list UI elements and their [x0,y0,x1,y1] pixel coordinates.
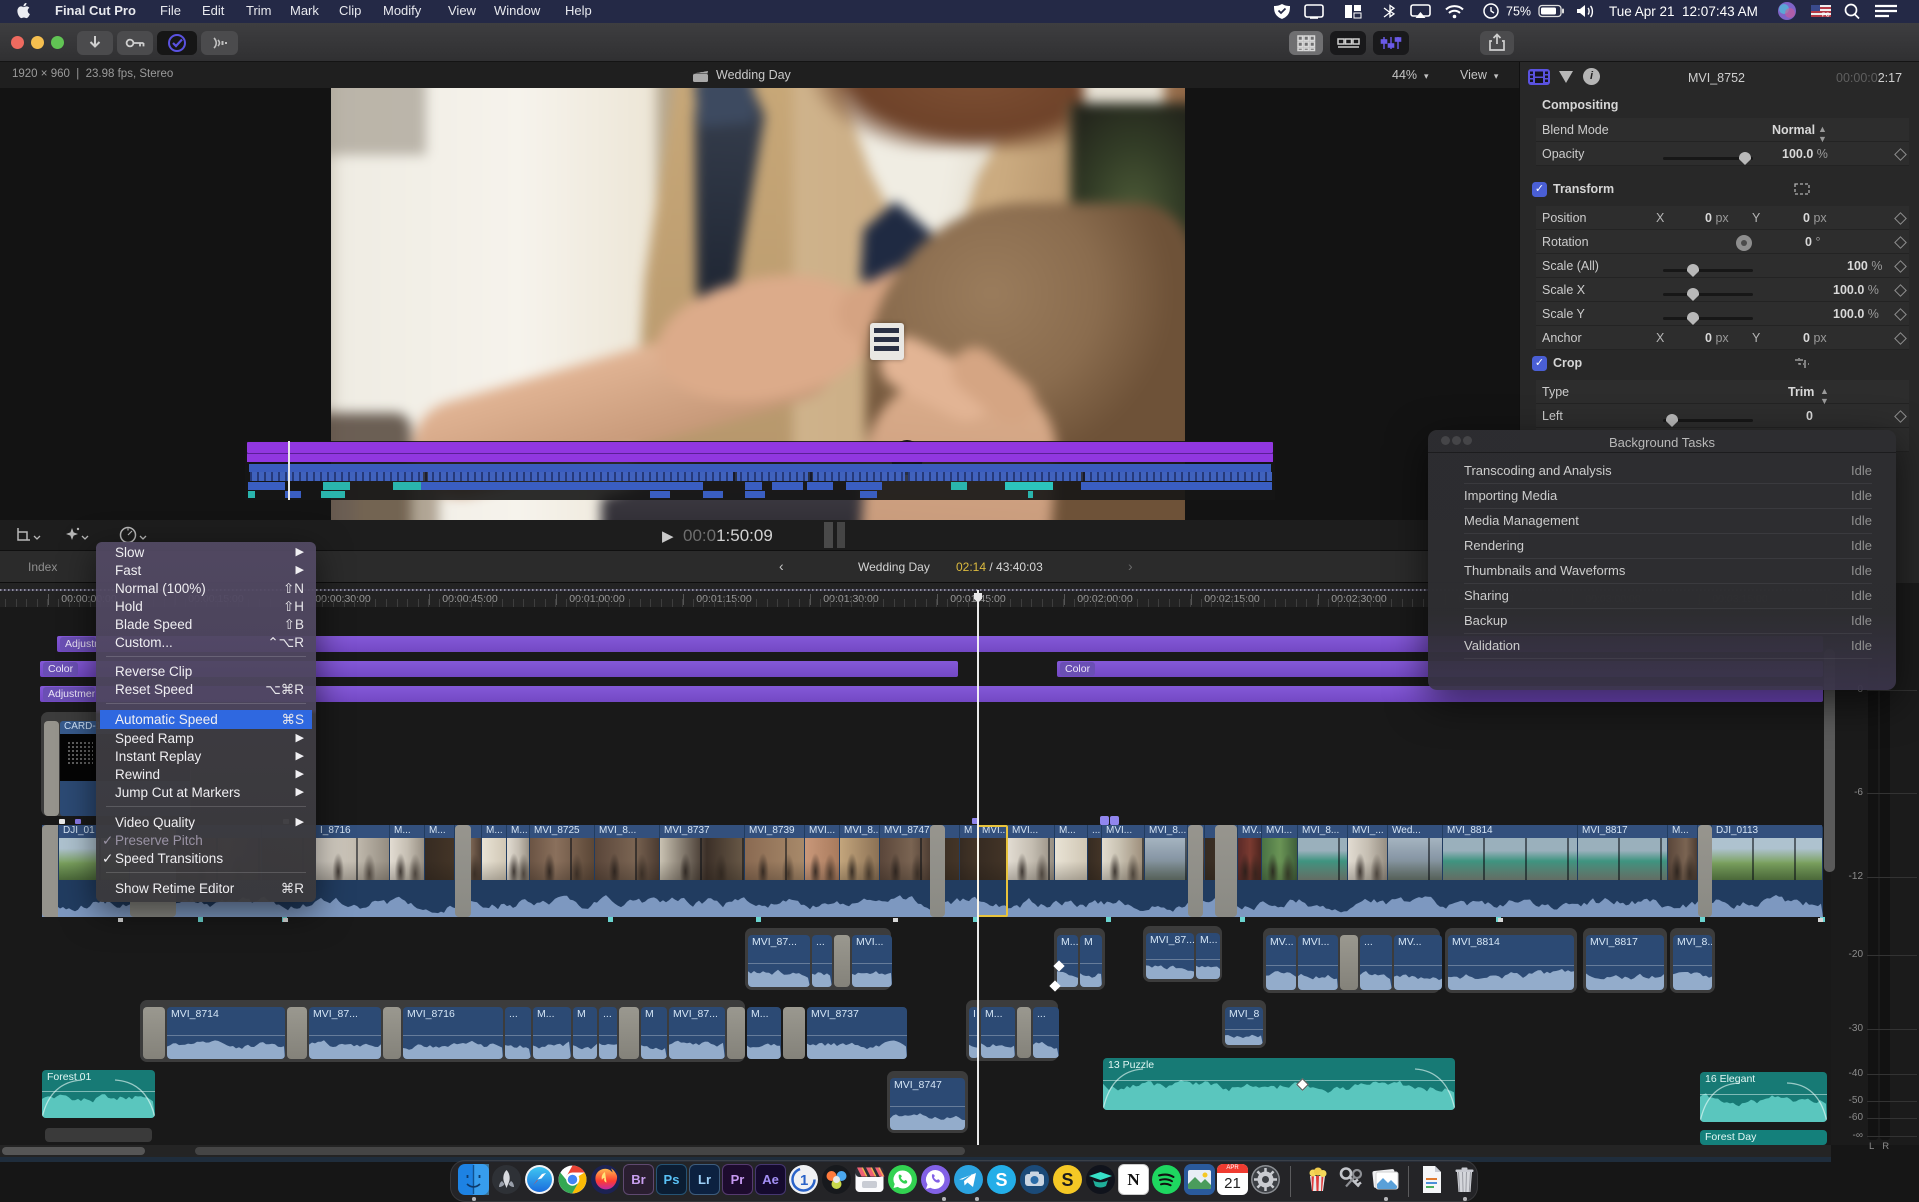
svg-text:1: 1 [800,1172,808,1189]
svg-text:S: S [1062,1170,1074,1190]
svg-text:Tue Apr 21 12:07:43 AM: Tue Apr 21 12:07:43 AM [1609,4,1758,19]
svg-text:S: S [996,1170,1008,1190]
svg-text:PC: PC [1822,13,1830,19]
svg-text:75%: 75% [1506,5,1531,19]
